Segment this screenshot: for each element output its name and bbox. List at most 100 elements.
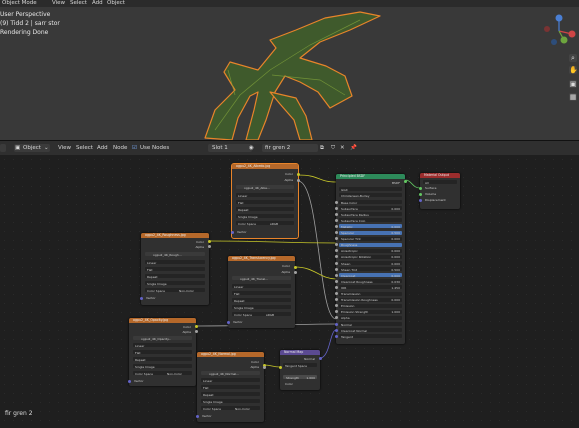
socket-alpha-out[interactable] — [296, 179, 300, 182]
interpolation-dropdown[interactable]: Linear — [201, 378, 260, 383]
socket-alpha-out[interactable] — [207, 245, 211, 248]
bsdf-input-row[interactable]: Anisotropic Rotation 0.000 — [334, 254, 402, 259]
image-selector[interactable]: ogpu2_4K_Opacity... — [133, 336, 192, 341]
node-menu-view[interactable]: View — [58, 141, 71, 155]
socket-alpha-out[interactable] — [194, 330, 198, 333]
bsdf-input-row[interactable]: Clearcoat 0.000 — [334, 273, 402, 278]
interpolation-dropdown[interactable]: Linear — [133, 343, 192, 348]
bsdf-input-row[interactable]: Roughness — [334, 242, 402, 247]
editor-type-icon[interactable] — [0, 144, 6, 152]
bsdf-input-socket[interactable] — [334, 237, 338, 241]
bsdf-input-row[interactable]: IOR 1.450 — [334, 285, 402, 290]
socket-normal-out[interactable] — [318, 357, 322, 360]
bsdf-input-row[interactable]: Subsurface 0.000 — [334, 206, 402, 211]
node-menu-node[interactable]: Node — [113, 141, 127, 155]
grid-icon[interactable]: ▦ — [569, 93, 577, 101]
source-dropdown[interactable]: Single Image — [236, 214, 294, 219]
fake-user-icon[interactable]: ⛉ — [331, 141, 335, 155]
bsdf-input-row[interactable]: Specular 0.500 — [334, 230, 402, 235]
bsdf-input-socket[interactable] — [334, 279, 338, 283]
principled-bsdf-node[interactable]: Principled BSDF BSDF GGX Christensen-Bur… — [334, 174, 407, 344]
bsdf-input-socket[interactable] — [334, 249, 338, 253]
image-selector[interactable]: ogpu2_4K_Transl... — [232, 276, 291, 281]
bsdf-input-socket[interactable] — [334, 310, 338, 314]
strength-slider[interactable]: Strength 1.000 — [283, 375, 317, 380]
bsdf-input-row[interactable]: Base Color — [334, 200, 402, 205]
interpolation-dropdown[interactable]: Linear — [145, 260, 205, 265]
extension-dropdown[interactable]: Repeat — [145, 274, 205, 279]
bsdf-input-socket[interactable] — [334, 304, 338, 308]
material-name-field[interactable]: fir gren 2 — [265, 141, 290, 155]
socket-displacement-in[interactable] — [418, 199, 422, 202]
bsdf-input-row[interactable]: Emission — [334, 303, 402, 308]
socket-vector-in[interactable] — [127, 380, 131, 383]
socket-bsdf-out[interactable] — [403, 180, 407, 183]
normal-map-node[interactable]: Normal Map Normal Tangent Space Strength… — [278, 350, 322, 390]
image-texture-node-opacity[interactable]: ogpu2_4K_Opacity.jpg Color Alpha ogpu2_4… — [127, 318, 198, 386]
extension-dropdown[interactable]: Repeat — [232, 298, 291, 303]
space-dropdown[interactable]: Tangent Space — [283, 363, 317, 368]
color-space-dropdown[interactable]: Color Space Non-Color — [133, 371, 192, 376]
bsdf-input-socket[interactable] — [334, 328, 338, 332]
interpolation-dropdown[interactable]: Linear — [236, 193, 294, 198]
editor-type-dropdown[interactable]: Object — [23, 141, 41, 155]
image-selector[interactable]: ogpu2_4K_Albe... — [236, 185, 294, 190]
socket-alpha-out[interactable] — [262, 366, 266, 369]
bsdf-input-row[interactable]: Sheen 0.000 — [334, 261, 402, 266]
navigation-gizmo[interactable] — [542, 14, 576, 48]
socket-vector-in[interactable] — [195, 415, 199, 418]
bsdf-input-row[interactable]: Clearcoat Normal — [334, 328, 402, 333]
color-space-dropdown[interactable]: Color Space Non-Color — [145, 288, 205, 293]
bsdf-input-socket[interactable] — [334, 224, 338, 228]
bsdf-input-row[interactable]: Metallic 0.000 — [334, 224, 402, 229]
target-dropdown[interactable]: All — [423, 180, 457, 185]
bsdf-input-row[interactable]: Clearcoat Roughness 0.030 — [334, 279, 402, 284]
bsdf-input-row[interactable]: Subsurface Radius — [334, 212, 402, 217]
projection-dropdown[interactable]: Flat — [232, 291, 291, 296]
slot-dropdown[interactable]: Slot 1 — [212, 141, 228, 155]
node-menu-add[interactable]: Add — [97, 141, 108, 155]
image-selector[interactable]: ogpu2_4K_Rough... — [145, 252, 205, 257]
socket-alpha-out[interactable] — [293, 271, 297, 274]
extension-dropdown[interactable]: Repeat — [236, 207, 294, 212]
3d-viewport[interactable]: Object Mode View Select Add Object User … — [0, 0, 579, 140]
bsdf-input-socket[interactable] — [334, 212, 338, 216]
socket-vector-in[interactable] — [226, 321, 230, 324]
socket-color-in[interactable] — [278, 366, 282, 369]
bsdf-input-row[interactable]: Alpha — [334, 315, 402, 320]
use-nodes-checkbox[interactable]: ☑ — [132, 141, 137, 155]
bsdf-input-row[interactable]: Emission Strength 1.000 — [334, 309, 402, 314]
bsdf-input-socket[interactable] — [334, 267, 338, 271]
bsdf-input-row[interactable]: Tangent — [334, 334, 402, 339]
image-texture-node-translucency[interactable]: ogpu2_4K_Translucency.jpg Color Alpha og… — [226, 256, 297, 328]
image-texture-node-roughness[interactable]: ogpu2_4K_Roughness.jpg Color Alpha ogpu2… — [139, 233, 211, 305]
color-space-dropdown[interactable]: Color Space Non-Color — [201, 406, 260, 411]
socket-color-out[interactable] — [296, 173, 300, 176]
distribution-dropdown[interactable]: GGX — [339, 187, 402, 192]
socket-vector-in[interactable] — [230, 231, 234, 234]
bsdf-input-row[interactable]: Normal — [334, 322, 402, 327]
bsdf-input-row[interactable]: Transmission Roughness 0.000 — [334, 297, 402, 302]
color-space-dropdown[interactable]: Color Space sRGB — [236, 221, 294, 226]
bsdf-input-socket[interactable] — [334, 200, 338, 204]
source-dropdown[interactable]: Single Image — [133, 364, 192, 369]
material-output-node[interactable]: Material Output All Surface Volume Displ… — [418, 173, 460, 209]
image-texture-node-albedo[interactable]: ogpu2_4K_Albedo.jpg Color Alpha ogpu2_4K… — [230, 163, 300, 239]
bsdf-input-socket[interactable] — [334, 231, 338, 234]
source-dropdown[interactable]: Single Image — [232, 305, 291, 310]
bsdf-input-socket[interactable] — [334, 322, 338, 326]
duplicate-icon[interactable]: ⧉ — [320, 141, 324, 155]
subsurface-method-dropdown[interactable]: Christensen-Burley — [339, 193, 402, 198]
bsdf-input-socket[interactable] — [334, 218, 338, 222]
bsdf-input-socket[interactable] — [334, 261, 338, 265]
zoom-icon[interactable]: ⌕ — [569, 54, 577, 62]
camera-icon[interactable]: ▣ — [569, 80, 577, 88]
image-texture-node-normal[interactable]: ogpu2_4K_Normal.jpg Color Alpha ogpu2_4K… — [195, 352, 266, 422]
bsdf-input-socket[interactable] — [334, 243, 338, 247]
bsdf-input-socket[interactable] — [334, 292, 338, 295]
node-editor-canvas[interactable]: ogpu2_4K_Albedo.jpg Color Alpha ogpu2_4K… — [0, 155, 579, 428]
bsdf-input-socket[interactable] — [334, 334, 338, 338]
node-menu-select[interactable]: Select — [76, 141, 93, 155]
bsdf-input-socket[interactable] — [334, 273, 338, 277]
socket-color-out[interactable] — [293, 266, 297, 269]
